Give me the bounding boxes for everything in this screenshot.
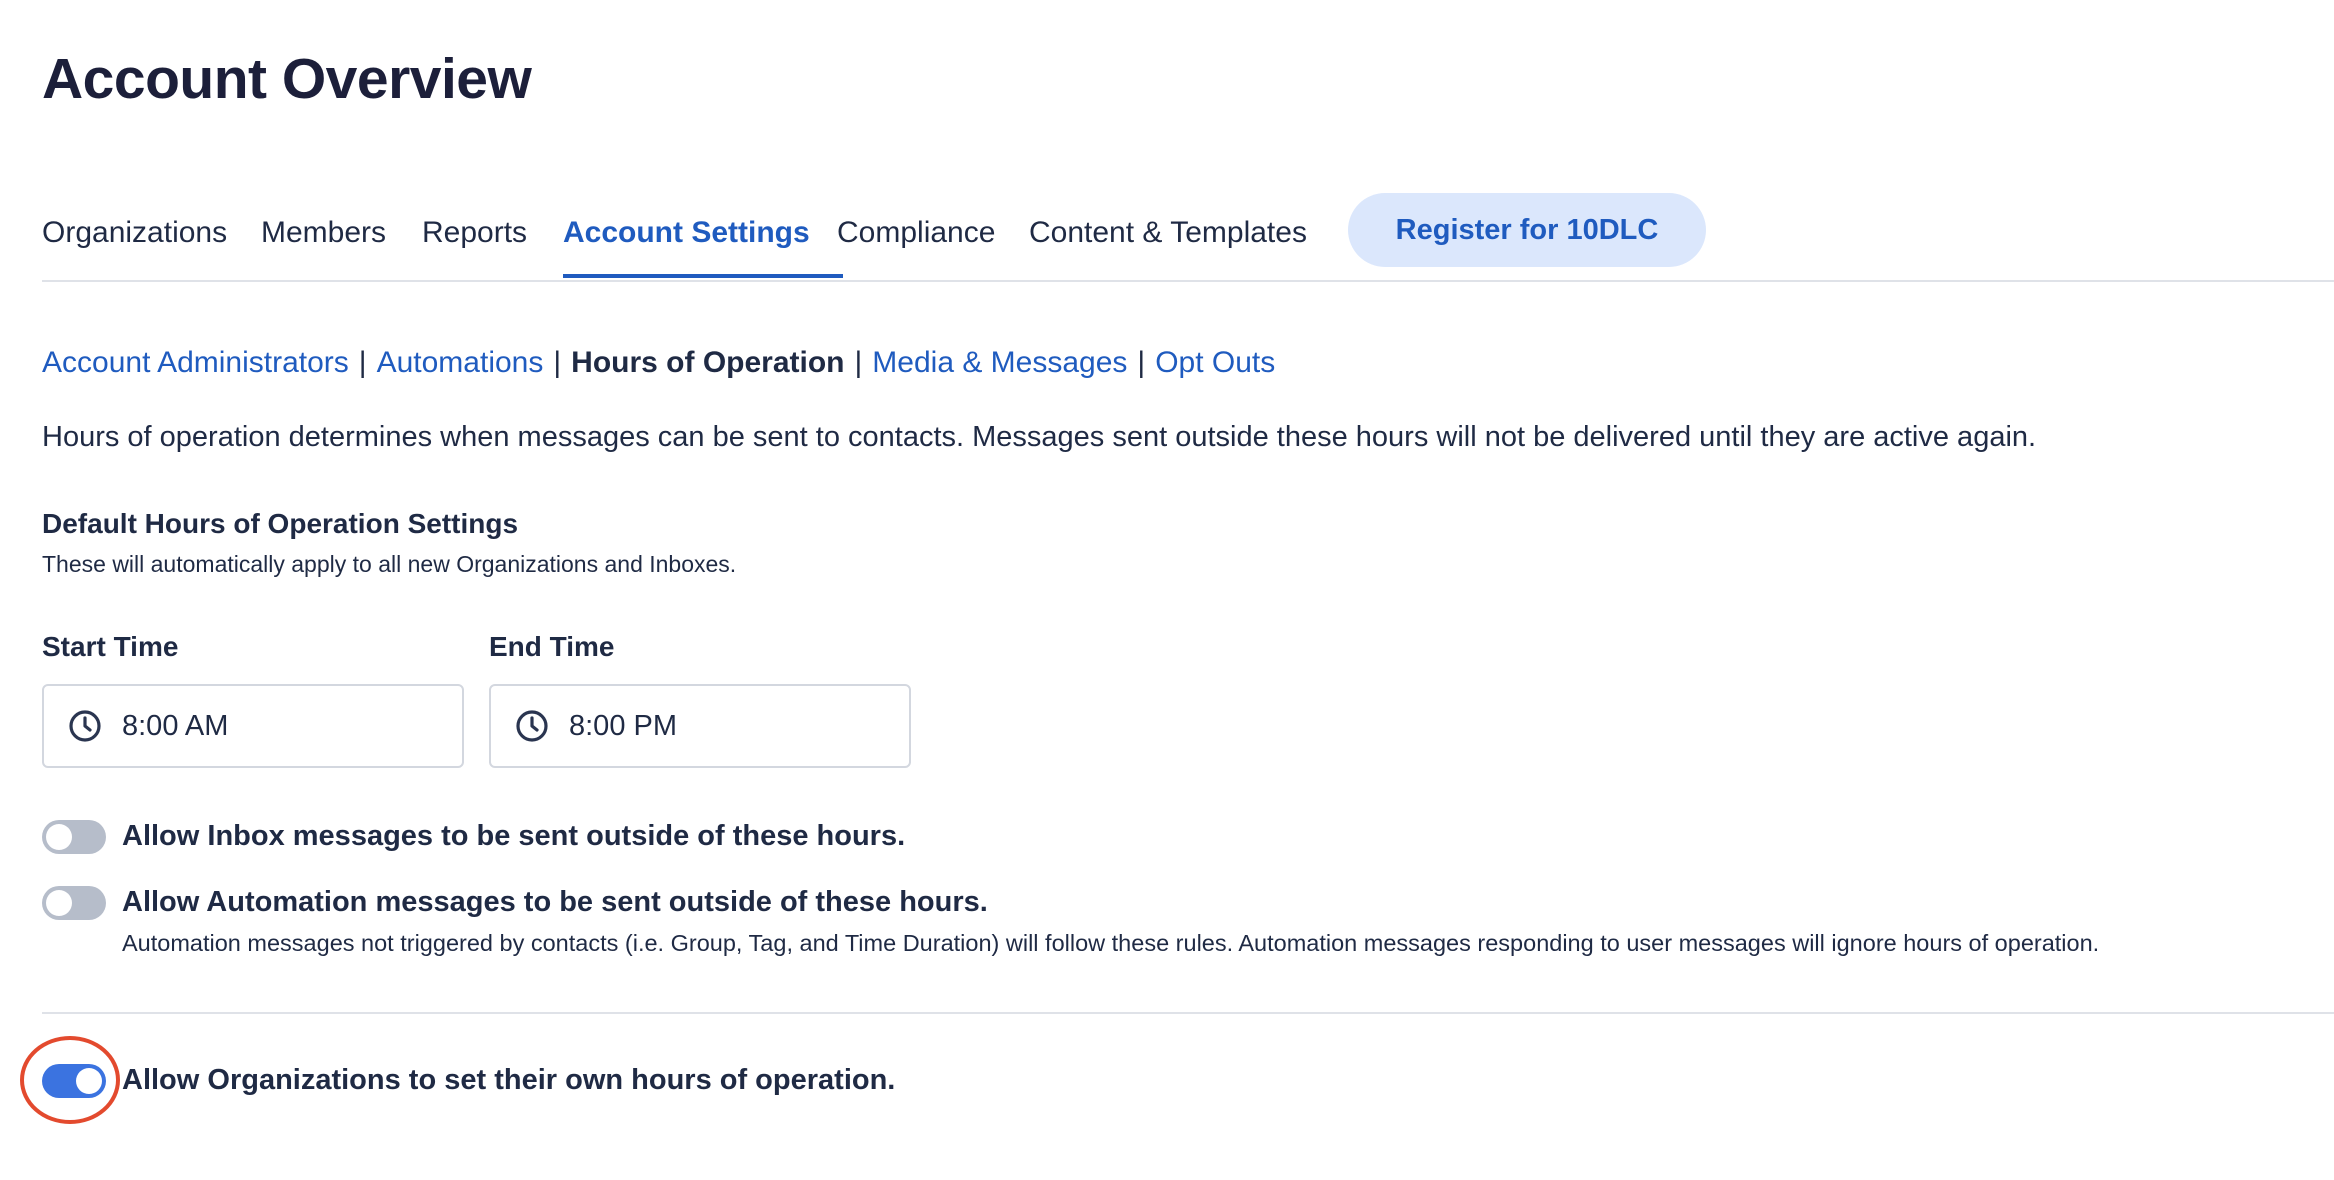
subnav-separator: | [1137,346,1146,379]
tab-reports[interactable]: Reports [422,216,527,250]
start-time-value: 8:00 AM [122,709,229,742]
subnav-separator: | [358,346,367,379]
page-title: Account Overview [42,47,532,111]
clock-icon [515,709,549,743]
page-description: Hours of operation determines when messa… [42,421,2037,453]
clock-icon [68,709,102,743]
toggle-knob [76,1068,102,1094]
subnav-hours-of-operation: Hours of Operation [571,346,845,379]
subnav-account-administrators[interactable]: Account Administrators [42,346,349,380]
subnav-separator: | [553,346,562,379]
register-10dlc-button[interactable]: Register for 10DLC [1348,193,1706,267]
subnav-opt-outs[interactable]: Opt Outs [1155,346,1275,380]
tab-content-templates[interactable]: Content & Templates [1029,216,1307,250]
inbox-outside-hours-toggle[interactable] [42,820,106,854]
active-tab-indicator [563,274,843,278]
automation-outside-hours-help: Automation messages not triggered by con… [122,930,2100,956]
automation-outside-hours-label: Allow Automation messages to be sent out… [122,886,988,918]
toggle-knob [46,824,72,850]
settings-subnav: Account Administrators | Automations | H… [42,346,1275,380]
section-divider [42,1012,2334,1014]
end-time-value: 8:00 PM [569,709,677,742]
subnav-media-messages[interactable]: Media & Messages [872,346,1127,380]
end-time-label: End Time [489,631,615,662]
start-time-label: Start Time [42,631,179,662]
end-time-field[interactable]: 8:00 PM [489,684,911,768]
tab-account-settings[interactable]: Account Settings [563,216,810,250]
automation-outside-hours-toggle[interactable] [42,886,106,920]
organizations-own-hours-label: Allow Organizations to set their own hou… [122,1064,896,1096]
main-tabs: Organizations Members Reports Account Se… [42,190,2334,282]
tab-compliance[interactable]: Compliance [837,216,995,250]
subnav-separator: | [854,346,863,379]
inbox-outside-hours-label: Allow Inbox messages to be sent outside … [122,820,906,852]
tab-members[interactable]: Members [261,216,386,250]
defaults-section-title: Default Hours of Operation Settings [42,508,519,539]
tab-organizations[interactable]: Organizations [42,216,227,250]
subnav-automations[interactable]: Automations [377,346,544,380]
defaults-section-subtitle: These will automatically apply to all ne… [42,551,737,577]
toggle-knob [46,890,72,916]
organizations-own-hours-toggle[interactable] [42,1064,106,1098]
start-time-field[interactable]: 8:00 AM [42,684,464,768]
